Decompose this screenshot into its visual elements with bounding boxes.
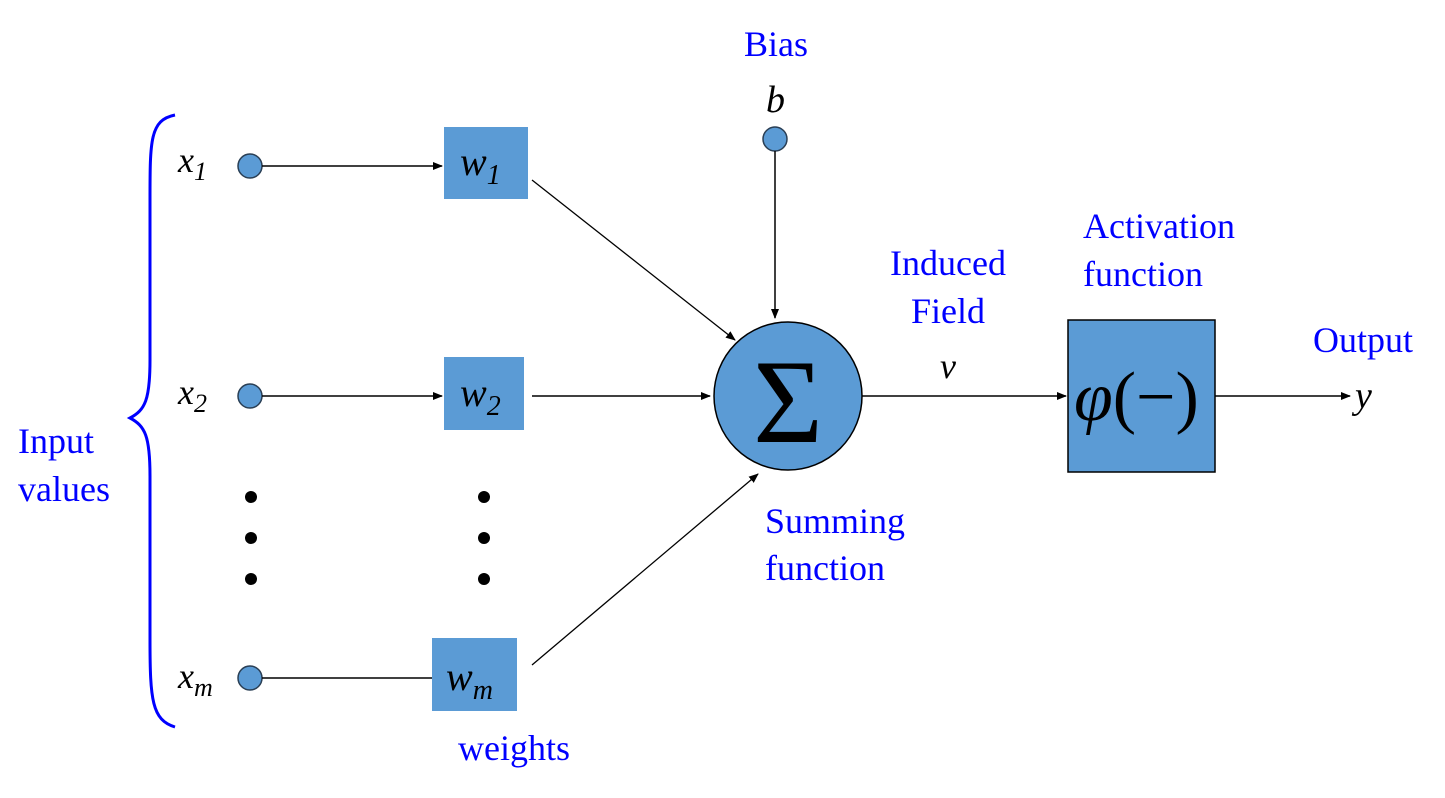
input-node-x1 <box>237 153 263 179</box>
activation-label-line2: function <box>1083 254 1203 294</box>
output-label: Output <box>1313 320 1413 360</box>
output-symbol: y <box>1351 375 1372 417</box>
induced-field-symbol: v <box>940 346 956 386</box>
input-node-xm <box>237 665 263 691</box>
bias-symbol: b <box>766 79 785 121</box>
perceptron-diagram: Input values x1 w1 x2 w2 xm wm weights B… <box>18 24 1413 768</box>
sigma-icon: Σ <box>753 335 823 468</box>
activation-function-symbol: φ(−) <box>1074 359 1199 436</box>
induced-field-label-line1: Induced <box>890 243 1006 283</box>
bias-node <box>762 126 788 152</box>
summing-label-line1: Summing <box>765 501 905 541</box>
wm-to-sum-arrow <box>531 473 759 666</box>
input-brace <box>126 113 176 729</box>
bias-label: Bias <box>744 24 808 64</box>
w1-to-sum-arrow <box>531 179 736 341</box>
input-values-label-line1: Input <box>18 421 94 461</box>
input-xm-label: xm <box>177 656 213 702</box>
input-ellipsis <box>245 491 257 585</box>
weight-ellipsis <box>478 491 490 585</box>
input-values-label-line2: values <box>18 469 110 509</box>
input-node-x2 <box>237 383 263 409</box>
summing-label-line2: function <box>765 548 885 588</box>
weights-label: weights <box>458 728 570 768</box>
induced-field-label-line2: Field <box>911 291 985 331</box>
activation-label-line1: Activation <box>1083 206 1235 246</box>
input-x1-label: x1 <box>177 140 207 186</box>
input-x2-label: x2 <box>177 372 207 418</box>
